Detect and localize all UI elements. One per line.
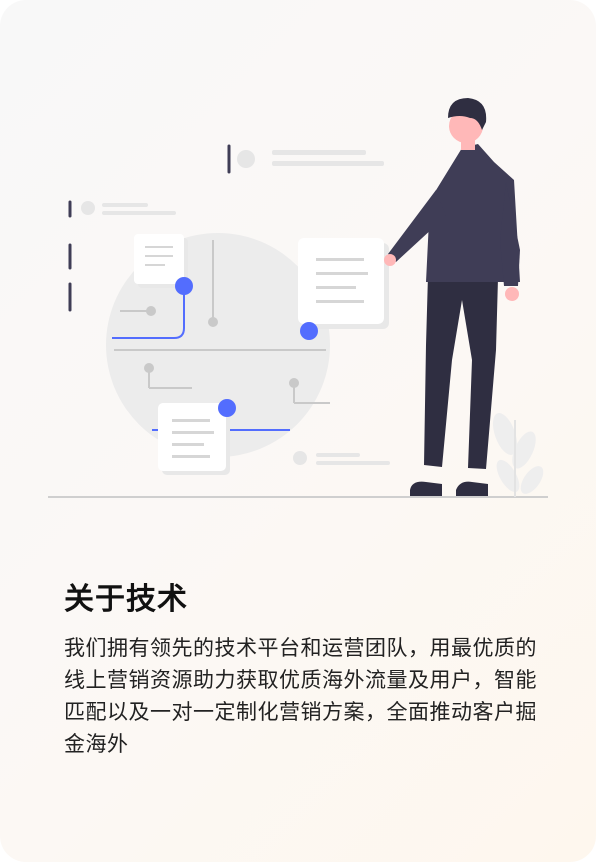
document-card-icon: [158, 403, 230, 475]
plant-icon: [492, 413, 544, 497]
document-card-icon: [298, 238, 389, 329]
section-description: 我们拥有领先的技术平台和运营团队，用最优质的线上营销资源助力获取优质海外流量及用…: [64, 636, 537, 756]
technology-illustration: [48, 98, 548, 498]
about-tech-card: 关于技术 我们拥有领先的技术平台和运营团队，用最优质的线上营销资源助力获取优质海…: [0, 0, 596, 862]
section-title: 关于技术: [64, 582, 188, 617]
